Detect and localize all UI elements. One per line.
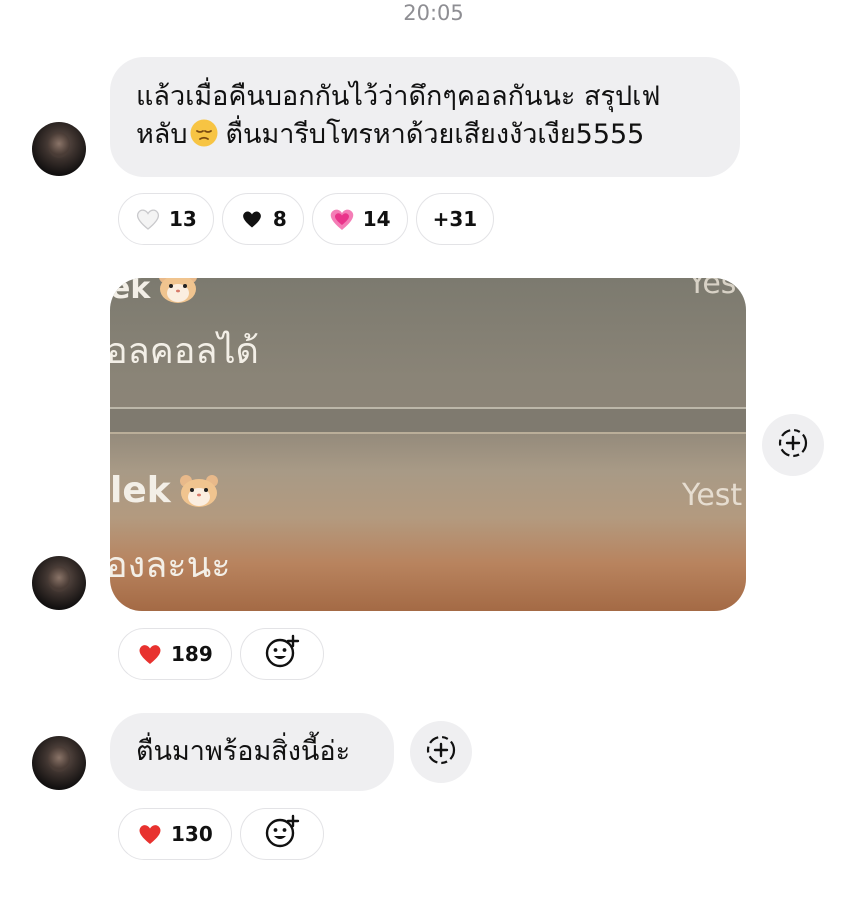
pensive-face-icon (189, 118, 219, 148)
reaction-black-heart[interactable]: 8 (221, 193, 304, 245)
reaction-bar: 130 (118, 808, 324, 860)
more-reactions-count: +31 (432, 207, 478, 231)
reaction-count: 189 (171, 642, 213, 666)
message-text-segment: หลับ (136, 119, 188, 150)
smiley-plus-icon (264, 634, 300, 675)
message-text-line-2: หลับ ตื่นมารีบโทรหาด้วยเสียงงัวเงีย5555 (136, 116, 714, 154)
message-timestamp: 20:05 (403, 1, 464, 25)
add-emoji-reaction-button[interactable] (239, 628, 324, 680)
image-text-message: อลคอลได้ (110, 331, 259, 372)
hamster-icon (177, 472, 221, 508)
smiley-plus-icon (264, 814, 300, 855)
reaction-red-heart[interactable]: 130 (118, 808, 232, 860)
red-heart-icon (137, 641, 163, 667)
image-separator (110, 409, 746, 432)
image-divider (110, 407, 746, 409)
black-heart-icon (239, 206, 265, 232)
add-reaction-button[interactable] (410, 721, 472, 783)
image-text-message: องละนะ (110, 545, 231, 586)
avatar[interactable] (32, 122, 86, 176)
message-text: ตื่นมาพร้อมสิ่งนี้อ่ะ (136, 736, 351, 767)
reaction-count: 130 (171, 822, 213, 846)
reaction-growing-heart[interactable]: 14 (311, 193, 408, 245)
image-divider (110, 432, 746, 434)
message-text-line-1: แล้วเมื่อคืนบอกกันไว้ว่าดึกๆคอลกันนะ สรุ… (136, 81, 661, 112)
reaction-bar: 13 8 14 +31 (118, 193, 495, 245)
add-emoji-reaction-button[interactable] (239, 808, 324, 860)
avatar[interactable] (32, 736, 86, 790)
image-text-time: Yest (682, 478, 743, 513)
growing-heart-icon (329, 206, 355, 232)
reaction-white-heart[interactable]: 13 (118, 193, 214, 245)
dashed-add-icon (424, 733, 458, 771)
avatar[interactable] (32, 556, 86, 610)
message-text-segment: ตื่นมารีบโทรหาด้วยเสียงงัวเงีย5555 (225, 119, 645, 150)
message-bubble[interactable]: ตื่นมาพร้อมสิ่งนี้อ่ะ (110, 713, 394, 791)
red-heart-icon (137, 821, 163, 847)
reaction-count: 8 (272, 207, 287, 231)
reaction-bar: 189 (118, 628, 324, 680)
image-text-name-value: ek (110, 278, 151, 306)
white-heart-icon (135, 206, 161, 232)
add-reaction-button[interactable] (762, 414, 824, 476)
message-bubble[interactable]: แล้วเมื่อคืนบอกกันไว้ว่าดึกๆคอลกันนะ สรุ… (110, 57, 740, 177)
image-text-name: ek (110, 278, 200, 306)
image-text-name-value: lek (110, 470, 171, 511)
dashed-add-icon (776, 426, 810, 464)
hamster-icon (156, 278, 200, 304)
reaction-red-heart[interactable]: 189 (118, 628, 232, 680)
image-text-time: Yes (688, 278, 737, 301)
image-text-name: lek (110, 470, 221, 511)
more-reactions-button[interactable]: +31 (415, 193, 495, 245)
message-image[interactable]: ek Yes อลคอลได้ lek Yest องละนะ (110, 278, 746, 611)
reaction-count: 13 (169, 207, 197, 231)
reaction-count: 14 (362, 207, 391, 231)
